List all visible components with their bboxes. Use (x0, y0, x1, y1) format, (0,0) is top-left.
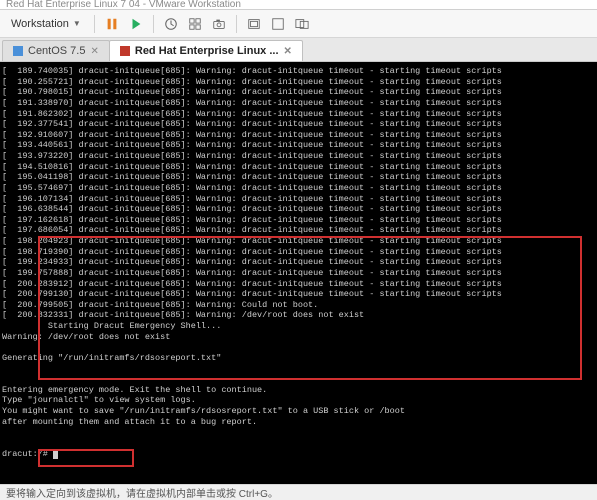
fullscreen-icon (271, 17, 285, 31)
tab-label: Red Hat Enterprise Linux ... (135, 45, 279, 57)
vm-tabbar: CentOS 7.5 ✕ Red Hat Enterprise Linux ..… (0, 38, 597, 62)
toolbar: Workstation ▼ (0, 10, 597, 38)
clock-icon (164, 17, 178, 31)
unity-icon (295, 17, 309, 31)
fit-icon (247, 17, 261, 31)
shell-prompt[interactable]: dracut:/# (2, 449, 595, 460)
pause-button[interactable] (101, 13, 123, 35)
play-icon (129, 17, 143, 31)
snapshot-button[interactable] (160, 13, 182, 35)
separator (236, 15, 237, 33)
vm-icon (13, 46, 23, 56)
vm-icon (120, 46, 130, 56)
separator (94, 15, 95, 33)
fullscreen-button[interactable] (267, 13, 289, 35)
cursor (53, 450, 58, 459)
close-icon[interactable]: ✕ (284, 46, 292, 57)
grid-icon (188, 17, 202, 31)
snapshot-take-button[interactable] (208, 13, 230, 35)
separator (153, 15, 154, 33)
camera-icon (212, 17, 226, 31)
tab-label: CentOS 7.5 (28, 45, 85, 57)
status-text: 要将输入定向到该虚拟机，请在虚拟机内部单击或按 Ctrl+G。 (6, 485, 278, 500)
chevron-down-icon: ▼ (73, 19, 81, 28)
play-button[interactable] (125, 13, 147, 35)
workstation-label: Workstation (11, 18, 69, 30)
unity-button[interactable] (291, 13, 313, 35)
workstation-menu[interactable]: Workstation ▼ (4, 14, 88, 34)
window-title: Red Hat Enterprise Linux 7 04 - VMware W… (6, 0, 241, 10)
fit-window-button[interactable] (243, 13, 265, 35)
statusbar: 要将输入定向到该虚拟机，请在虚拟机内部单击或按 Ctrl+G。 (0, 484, 597, 500)
snapshot-manager-button[interactable] (184, 13, 206, 35)
close-icon[interactable]: ✕ (90, 46, 98, 57)
tab-rhel[interactable]: Red Hat Enterprise Linux ... ✕ (109, 40, 303, 61)
tab-centos[interactable]: CentOS 7.5 ✕ (2, 40, 110, 61)
vm-console[interactable]: [ 189.740035] dracut-initqueue[685]: War… (0, 62, 597, 484)
pause-icon (105, 17, 119, 31)
window-titlebar: Red Hat Enterprise Linux 7 04 - VMware W… (0, 0, 597, 10)
